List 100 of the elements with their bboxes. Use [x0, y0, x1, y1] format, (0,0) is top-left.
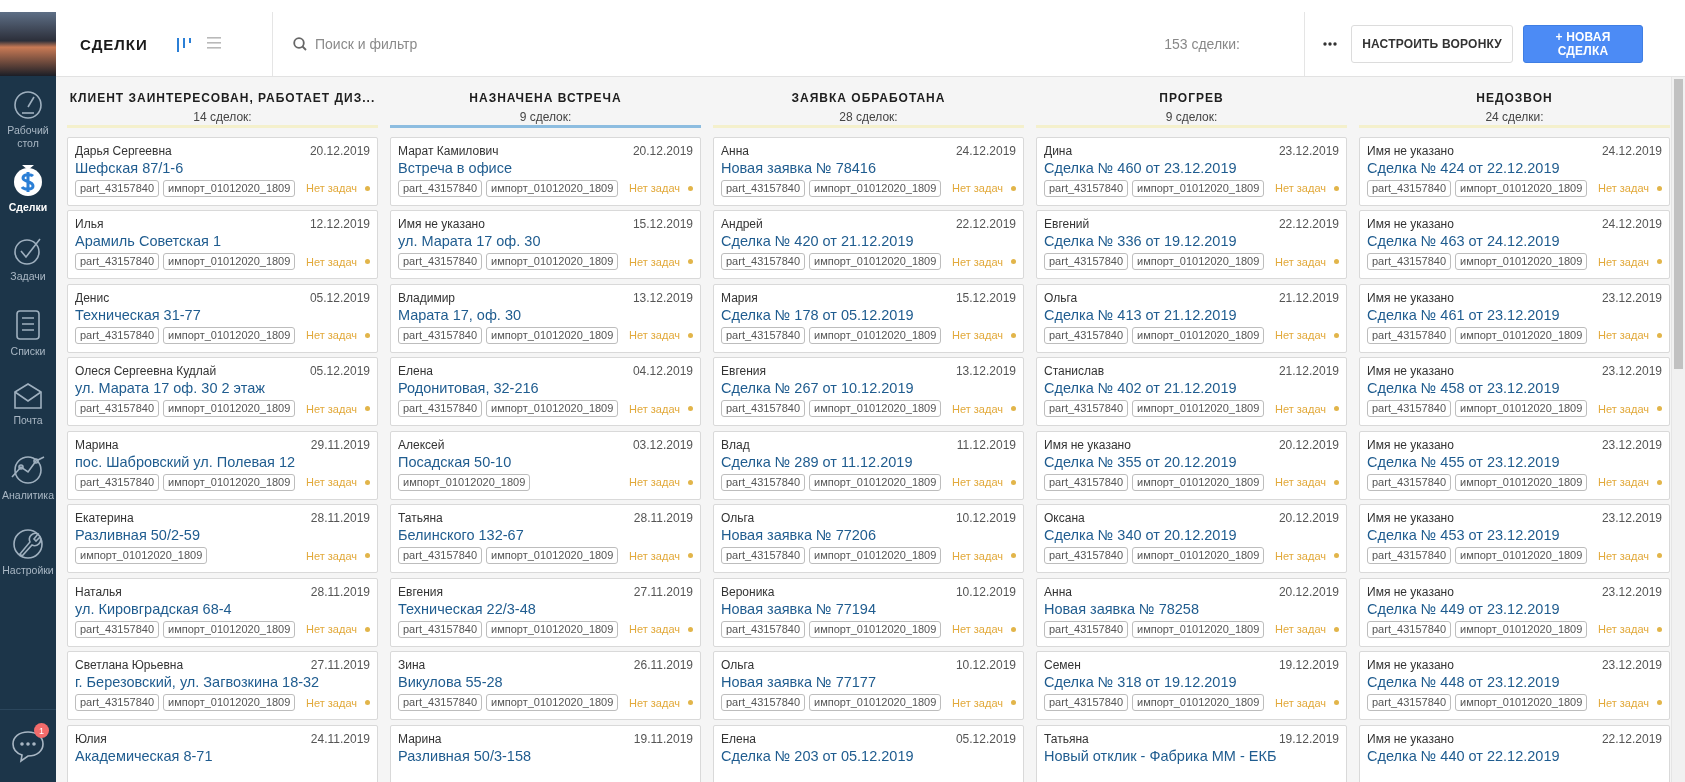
deal-title-link[interactable]: Новая заявка № 78258	[1044, 599, 1339, 619]
deal-card[interactable]: Елена 05.12.2019 Сделка № 203 от 05.12.2019	[713, 724, 1024, 782]
tag[interactable]: part_43157840	[721, 400, 805, 417]
sidebar-item[interactable]: Настройки	[0, 524, 56, 597]
tag[interactable]: импорт_01012020_1809	[75, 547, 208, 564]
deal-title-link[interactable]: Белинского 132-67	[398, 526, 693, 545]
deal-card[interactable]: Имя не указано 23.12.2019 Сделка № 453 от 23.12.2019 part_43157840 импорт_01012020_1809 Нет задач	[1359, 504, 1670, 573]
tag[interactable]: импорт_01012020_1809	[1455, 179, 1588, 197]
deal-card[interactable]: Имя не указано 22.12.2019 Сделка № 440 от 22.12.2019	[1359, 724, 1670, 782]
deal-title-link[interactable]: Сделка № 413 от 21.12.2019	[1044, 305, 1339, 325]
tag[interactable]: импорт_01012020_1809	[486, 179, 619, 197]
tag[interactable]: part_43157840	[398, 620, 482, 638]
tag[interactable]: импорт_01012020_1809	[486, 326, 619, 344]
tag[interactable]: импорт_01012020_1809	[1455, 253, 1588, 270]
tag[interactable]: импорт_01012020_1809	[1132, 547, 1265, 564]
deal-title-link[interactable]: Сделка № 455 от 23.12.2019	[1367, 452, 1662, 472]
deal-title-link[interactable]: Сделка № 318 от 19.12.2019	[1044, 673, 1339, 692]
tag[interactable]: part_43157840	[1044, 326, 1128, 344]
tag[interactable]: импорт_01012020_1809	[1132, 473, 1265, 491]
tag[interactable]: импорт_01012020_1809	[809, 400, 942, 417]
tag[interactable]: part_43157840	[1044, 547, 1128, 564]
tag[interactable]: part_43157840	[75, 179, 159, 197]
tag[interactable]: импорт_01012020_1809	[809, 253, 942, 270]
chat-icon[interactable]	[11, 729, 45, 763]
deal-title-link[interactable]: ул. Марата 17 оф. 30	[398, 232, 693, 251]
tag[interactable]: импорт_01012020_1809	[1132, 400, 1265, 417]
deal-card[interactable]: Владимир 13.12.2019 Марата 17, оф. 30 part_43157840 импорт_01012020_1809 Нет задач	[390, 283, 701, 353]
profile-photo-placeholder[interactable]	[0, 12, 56, 76]
tag[interactable]: импорт_01012020_1809	[163, 400, 296, 417]
tag[interactable]: импорт_01012020_1809	[809, 326, 942, 344]
deal-card[interactable]: Вероника 10.12.2019 Новая заявка № 77194 part_43157840 импорт_01012020_1809 Нет задач	[713, 577, 1024, 647]
tag[interactable]: импорт_01012020_1809	[1132, 620, 1265, 638]
tag[interactable]: part_43157840	[721, 473, 805, 491]
deal-title-link[interactable]: Сделка № 463 от 24.12.2019	[1367, 232, 1662, 251]
sidebar-item[interactable]: Задачи	[0, 232, 56, 305]
deal-card[interactable]: Марат Камилович 20.12.2019 Встреча в офисе part_43157840 импорт_01012020_1809 Нет задач	[390, 136, 701, 206]
deal-card[interactable]: Имя не указано 23.12.2019 Сделка № 455 от 23.12.2019 part_43157840 импорт_01012020_1809 Нет задач	[1359, 430, 1670, 500]
tag[interactable]: part_43157840	[398, 179, 482, 197]
tag[interactable]: part_43157840	[1367, 326, 1451, 344]
deal-card[interactable]: Екатерина 28.11.2019 Разливная 50/2-59 импорт_01012020_1809 Нет задач	[67, 504, 378, 573]
deal-title-link[interactable]: Сделка № 453 от 23.12.2019	[1367, 526, 1662, 545]
sidebar-item[interactable]: Аналитика	[0, 451, 56, 524]
deal-card[interactable]: Денис 05.12.2019 Техническая 31-77 part_43157840 импорт_01012020_1809 Нет задач	[67, 283, 378, 353]
deal-title-link[interactable]: Встреча в офисе	[398, 158, 693, 178]
deal-title-link[interactable]: Сделка № 340 от 20.12.2019	[1044, 526, 1339, 545]
tag[interactable]: импорт_01012020_1809	[1455, 400, 1588, 417]
deal-card[interactable]: Евгения 13.12.2019 Сделка № 267 от 10.12.2019 part_43157840 импорт_01012020_1809 Нет задач	[713, 357, 1024, 426]
deal-title-link[interactable]: Техническая 31-77	[75, 305, 370, 325]
tag[interactable]: part_43157840	[1044, 400, 1128, 417]
tag[interactable]: part_43157840	[1367, 547, 1451, 564]
tag[interactable]: part_43157840	[721, 179, 805, 197]
tag[interactable]: part_43157840	[75, 253, 159, 270]
deal-card[interactable]: Светлана Юрьевна 27.11.2019 г. Березовский, ул. Загвозкина 18-32 part_43157840 импорт_01012020_1809 Нет задач	[67, 651, 378, 720]
deal-card[interactable]: Семен 19.12.2019 Сделка № 318 от 19.12.2019 part_43157840 импорт_01012020_1809 Нет задач	[1036, 651, 1347, 720]
tag[interactable]: part_43157840	[1367, 620, 1451, 638]
deal-card[interactable]: Алексей 03.12.2019 Посадская 50-10 импорт_01012020_1809 Нет задач	[390, 430, 701, 500]
tag[interactable]: импорт_01012020_1809	[486, 400, 619, 417]
deal-card[interactable]: Илья 12.12.2019 Арамиль Советская 1 part_43157840 импорт_01012020_1809 Нет задач	[67, 210, 378, 279]
tag[interactable]: part_43157840	[398, 694, 482, 711]
tag[interactable]: импорт_01012020_1809	[486, 547, 619, 564]
deal-card[interactable]: Дина 23.12.2019 Сделка № 460 от 23.12.2019 part_43157840 импорт_01012020_1809 Нет задач	[1036, 136, 1347, 206]
tag[interactable]: part_43157840	[721, 326, 805, 344]
tag[interactable]: part_43157840	[721, 253, 805, 270]
deal-card[interactable]: Имя не указано 20.12.2019 Сделка № 355 от 20.12.2019 part_43157840 импорт_01012020_1809 Нет задач	[1036, 430, 1347, 500]
tag[interactable]: импорт_01012020_1809	[163, 694, 296, 711]
tag[interactable]: part_43157840	[75, 473, 159, 491]
tag[interactable]: part_43157840	[1367, 179, 1451, 197]
scrollbar[interactable]	[1671, 77, 1685, 782]
deal-title-link[interactable]: Сделка № 289 от 11.12.2019	[721, 452, 1016, 472]
deal-title-link[interactable]: Техническая 22/3-48	[398, 599, 693, 619]
deal-card[interactable]: Ольга 10.12.2019 Новая заявка № 77206 part_43157840 импорт_01012020_1809 Нет задач	[713, 504, 1024, 573]
tag[interactable]: импорт_01012020_1809	[809, 473, 942, 491]
tag[interactable]: part_43157840	[1044, 179, 1128, 197]
deal-title-link[interactable]: Сделка № 458 от 23.12.2019	[1367, 379, 1662, 398]
deal-card[interactable]: Олеся Сергеевна Кудлай 05.12.2019 ул. Марата 17 оф. 30 2 этаж part_43157840 импорт_01012020_1809 Нет задач	[67, 357, 378, 426]
deal-title-link[interactable]: Новый отклик - Фабрика ММ - ЕКБ	[1044, 746, 1339, 766]
tag[interactable]: импорт_01012020_1809	[809, 179, 942, 197]
deal-card[interactable]: Имя не указано 23.12.2019 Сделка № 458 от 23.12.2019 part_43157840 импорт_01012020_1809 Нет задач	[1359, 357, 1670, 426]
tag[interactable]: part_43157840	[75, 694, 159, 711]
tag[interactable]: part_43157840	[398, 253, 482, 270]
deal-title-link[interactable]: Сделка № 178 от 05.12.2019	[721, 305, 1016, 325]
deal-title-link[interactable]: Новая заявка № 77177	[721, 673, 1016, 692]
tag[interactable]: part_43157840	[75, 400, 159, 417]
tag[interactable]: импорт_01012020_1809	[163, 473, 296, 491]
deal-card[interactable]: Имя не указано 24.12.2019 Сделка № 424 от 22.12.2019 part_43157840 импорт_01012020_1809 Нет задач	[1359, 136, 1670, 206]
deal-card[interactable]: Евгений 22.12.2019 Сделка № 336 от 19.12.2019 part_43157840 импорт_01012020_1809 Нет задач	[1036, 210, 1347, 279]
deal-card[interactable]: Оксана 20.12.2019 Сделка № 340 от 20.12.2019 part_43157840 импорт_01012020_1809 Нет задач	[1036, 504, 1347, 573]
deal-title-link[interactable]: Сделка № 424 от 22.12.2019	[1367, 158, 1662, 178]
deal-card[interactable]: Зина 26.11.2019 Викулова 55-28 part_43157840 импорт_01012020_1809 Нет задач	[390, 651, 701, 720]
deal-card[interactable]: Марина 29.11.2019 пос. Шабровский ул. Полевая 12 part_43157840 импорт_01012020_1809 Нет задач	[67, 430, 378, 500]
sidebar-item[interactable]: Почта	[0, 378, 56, 451]
more-icon[interactable]	[1323, 42, 1338, 46]
tag[interactable]: part_43157840	[398, 400, 482, 417]
deal-title-link[interactable]: Марата 17, оф. 30	[398, 305, 693, 325]
deal-card[interactable]: Татьяна 19.12.2019 Новый отклик - Фабрика ММ - ЕКБ	[1036, 724, 1347, 782]
sidebar-item[interactable]: Сделки	[0, 159, 56, 232]
deal-card[interactable]: Наталья 28.11.2019 ул. Кировградская 68-4 part_43157840 импорт_01012020_1809 Нет задач	[67, 577, 378, 647]
deal-card[interactable]: Имя не указано 23.12.2019 Сделка № 449 от 23.12.2019 part_43157840 импорт_01012020_1809 Нет задач	[1359, 577, 1670, 647]
deal-card[interactable]: Имя не указано 23.12.2019 Сделка № 461 от 23.12.2019 part_43157840 импорт_01012020_1809 Нет задач	[1359, 283, 1670, 353]
deal-title-link[interactable]: Новая заявка № 77206	[721, 526, 1016, 545]
